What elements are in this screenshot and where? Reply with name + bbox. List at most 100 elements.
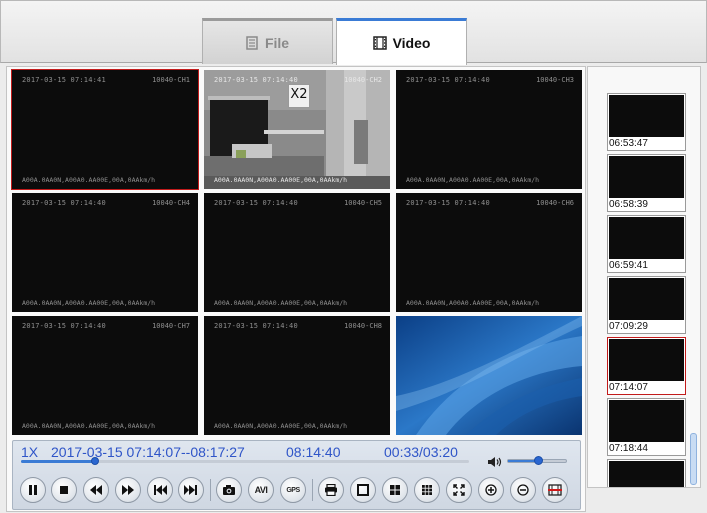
skip-forward-icon — [184, 485, 197, 495]
video-cell-ch3[interactable]: 2017-03-15 07:14:40 10040-CH3 A00A.0AA0N… — [396, 70, 582, 189]
thumbnail-item[interactable]: 06:58:39 — [607, 154, 686, 212]
thumbnail-item[interactable]: 07:09:29 — [607, 276, 686, 334]
pause-button[interactable] — [20, 477, 46, 503]
cell-gps: A00A.0AA0N,A00A0.AA00E,00A,0AAkm/h — [22, 299, 156, 307]
thumbnail-time: 06:58:39 — [609, 199, 648, 210]
video-cell-ch8[interactable]: 2017-03-15 07:14:40 10040-CH8 A00A.0AA0N… — [204, 316, 390, 435]
playback-current-time: 08:14:40 — [286, 444, 341, 460]
scrollbar-thumb[interactable] — [690, 433, 697, 485]
volume-icon[interactable] — [487, 455, 503, 469]
previous-frame-button[interactable] — [147, 477, 173, 503]
cell-timestamp: 2017-03-15 07:14:41 — [22, 76, 106, 84]
playback-controls: 1X 2017-03-15 07:14:07--08:17:27 08:14:4… — [12, 440, 581, 510]
cell-gps: A00A.0AA0N,A00A0.AA00E,00A,0AAkm/h — [406, 299, 540, 307]
thumbnail-image — [609, 217, 684, 259]
zoom-in-icon — [485, 484, 497, 496]
skip-back-icon — [154, 485, 167, 495]
thumbnail-image — [609, 461, 684, 487]
cell-timestamp: 2017-03-15 07:14:40 — [22, 199, 106, 207]
cell-channel: 10040-CH3 — [536, 76, 574, 84]
thumbnail-image — [609, 95, 684, 137]
video-panel: 2017-03-15 07:14:41 10040-CH1 A00A.0AA0N… — [6, 66, 586, 512]
sidebar-scrollbar[interactable] — [688, 67, 700, 487]
snapshot-button[interactable] — [216, 477, 242, 503]
desktop-wallpaper-image — [396, 316, 582, 435]
avi-label: AVI — [254, 485, 268, 495]
tab-file-label: File — [264, 34, 290, 51]
video-cell-ch5[interactable]: 2017-03-15 07:14:40 10040-CH5 A00A.0AA0N… — [204, 193, 390, 312]
gps-label: GPS — [286, 486, 300, 494]
cell-gps: A00A.0AA0N,A00A0.AA00E,00A,0AAkm/h — [214, 299, 348, 307]
fullscreen-button[interactable] — [446, 477, 472, 503]
gps-button[interactable]: GPS — [280, 477, 306, 503]
thumbnail-image — [609, 156, 684, 198]
cell-channel: 10040-CH2 — [344, 76, 382, 84]
thumbnail-image — [609, 278, 684, 320]
thumbnail-item[interactable]: 06:53:47 — [607, 93, 686, 151]
clip-button[interactable] — [542, 477, 568, 503]
progress-handle[interactable] — [90, 457, 99, 465]
layout-nine-button[interactable] — [414, 477, 440, 503]
fullscreen-icon — [453, 484, 465, 496]
fast-forward-icon — [122, 485, 134, 495]
cell-channel: 10040-CH6 — [536, 199, 574, 207]
video-cell-ch6[interactable]: 2017-03-15 07:14:40 10040-CH6 A00A.0AA0N… — [396, 193, 582, 312]
thumbnail-sidebar: 06:53:47 06:58:39 06:59:41 07:09:29 07:1… — [587, 66, 701, 488]
playback-speed: 1X — [21, 444, 39, 460]
toolbar-separator — [210, 479, 211, 501]
tab-video-label: Video — [392, 35, 431, 51]
thumbnail-item[interactable]: 07:18:44 — [607, 398, 686, 456]
print-button[interactable] — [318, 477, 344, 503]
cell-timestamp: 2017-03-15 07:14:40 — [406, 199, 490, 207]
cell-gps: A00A.0AA0N,A00A0.AA00E,00A,0AAkm/h — [406, 176, 540, 184]
volume-slider[interactable] — [507, 456, 567, 465]
thumbnail-image — [609, 400, 684, 442]
layout-4-icon — [390, 485, 400, 495]
thumbnail-time: 07:14:07 — [609, 382, 648, 393]
volume-handle[interactable] — [534, 456, 544, 465]
cell-gps: A00A.0AA0N,A00A0.AA00E,00A,0AAkm/h — [214, 422, 348, 430]
video-cell-ch2[interactable]: X2 2017-03-15 07:14:40 10040-CH2 A00A.0A… — [204, 70, 390, 189]
cell-channel: 10040-CH1 — [152, 76, 190, 84]
cell-channel: 10040-CH7 — [152, 322, 190, 330]
thumbnail-item[interactable]: 06:59:41 — [607, 215, 686, 273]
layout-9-icon — [422, 485, 432, 495]
tab-file[interactable]: File — [202, 18, 333, 64]
next-frame-button[interactable] — [178, 477, 204, 503]
progress-fill — [21, 460, 95, 463]
pause-icon — [29, 485, 37, 495]
thumbnail-image — [609, 339, 684, 381]
progress-slider[interactable] — [21, 457, 469, 465]
video-cell-ch7[interactable]: 2017-03-15 07:14:40 10040-CH7 A00A.0AA0N… — [12, 316, 198, 435]
playback-time-range: 2017-03-15 07:14:07--08:17:27 — [51, 444, 245, 460]
tab-bar: File Video — [0, 0, 707, 65]
thumbnail-item[interactable] — [607, 459, 686, 487]
fast-forward-button[interactable] — [115, 477, 141, 503]
thumbnail-item-selected[interactable]: 07:14:07 — [607, 337, 686, 395]
zoom-badge: X2 — [288, 84, 310, 108]
stop-button[interactable] — [51, 477, 77, 503]
video-cell-ch9[interactable] — [396, 316, 582, 435]
thumbnail-time: 07:18:44 — [609, 443, 648, 454]
rewind-button[interactable] — [83, 477, 109, 503]
video-cell-ch1[interactable]: 2017-03-15 07:14:41 10040-CH1 A00A.0AA0N… — [11, 69, 199, 190]
layout-single-button[interactable] — [350, 477, 376, 503]
thumbnail-time: 07:09:29 — [609, 321, 648, 332]
cell-gps: A00A.0AA0N,A00A0.AA00E,00A,0AAkm/h — [22, 422, 156, 430]
zoom-in-button[interactable] — [478, 477, 504, 503]
avi-export-button[interactable]: AVI — [248, 477, 274, 503]
cell-timestamp: 2017-03-15 07:14:40 — [214, 322, 298, 330]
zoom-out-button[interactable] — [510, 477, 536, 503]
toolbar-separator — [312, 479, 313, 501]
cell-timestamp: 2017-03-15 07:14:40 — [22, 322, 106, 330]
thumbnail-time: 06:59:41 — [609, 260, 648, 271]
zoom-out-icon — [517, 484, 529, 496]
video-cell-ch4[interactable]: 2017-03-15 07:14:40 10040-CH4 A00A.0AA0N… — [12, 193, 198, 312]
film-cut-icon — [548, 484, 562, 496]
tab-video[interactable]: Video — [336, 18, 467, 65]
cell-timestamp: 2017-03-15 07:14:40 — [214, 76, 298, 84]
cell-channel: 10040-CH8 — [344, 322, 382, 330]
cell-timestamp: 2017-03-15 07:14:40 — [214, 199, 298, 207]
layout-1-icon — [357, 484, 369, 496]
layout-quad-button[interactable] — [382, 477, 408, 503]
